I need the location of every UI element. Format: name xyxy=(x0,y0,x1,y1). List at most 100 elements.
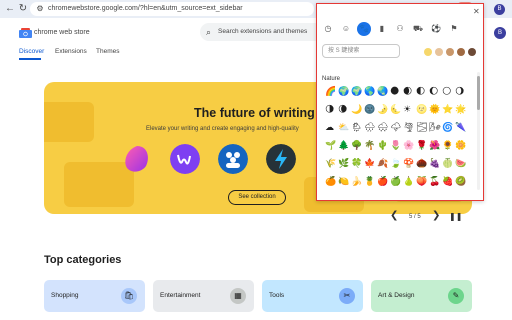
emoji-cell[interactable]: 🌀 xyxy=(442,122,453,133)
emoji-cell[interactable]: 🍁 xyxy=(364,158,375,169)
emoji-cell[interactable]: 🌂 xyxy=(455,122,466,133)
emoji-cell[interactable]: 🍉 xyxy=(455,158,466,169)
search-icon[interactable]: ⌕ xyxy=(206,26,211,38)
tab-discover[interactable]: Discover xyxy=(19,47,44,57)
skin-tone-swatch[interactable] xyxy=(435,48,443,56)
emoji-cell[interactable]: 🌳 xyxy=(351,140,362,151)
emoji-cell[interactable]: 🍐 xyxy=(403,176,414,187)
skin-tone-swatch[interactable] xyxy=(446,48,454,56)
emoji-picker-panel[interactable]: ✕ ◷ ☺ 🐾 ▮ ⚇ ⛟ ⚽ ⚑ 按 S 鍵搜索 Nature 🌈 🌍 🌍 🌎 🌏 🌑 🌒 🌓 🌔 🌕 🌖 🌗 🌘 🌙… xyxy=(316,3,484,201)
wordtune-app-icon[interactable] xyxy=(170,144,200,174)
scrollbar-thumb[interactable] xyxy=(477,76,480,110)
paw-icon[interactable]: 🐾 xyxy=(357,22,371,36)
emoji-cell[interactable]: 🍒 xyxy=(429,176,440,187)
emoji-cell[interactable]: 🌧 xyxy=(364,122,375,133)
emoji-cell[interactable]: 🍏 xyxy=(390,176,401,187)
emoji-cell[interactable]: 🥝 xyxy=(455,176,466,187)
pause-icon[interactable]: ❚❚ xyxy=(449,211,462,223)
emoji-cell[interactable]: 🌍 xyxy=(351,86,362,97)
url-text[interactable]: chromewebstore.google.com/?hl=en&utm_sou… xyxy=(48,4,243,14)
community-app-icon[interactable] xyxy=(218,144,248,174)
emoji-cell[interactable]: 🌻 xyxy=(442,140,453,151)
emoji-cell[interactable]: 🌒 xyxy=(403,86,414,97)
emoji-cell[interactable]: 🌾 xyxy=(325,158,336,169)
emoji-cell[interactable]: 🌸 xyxy=(403,140,414,151)
emoji-cell[interactable]: 🌹 xyxy=(416,140,427,151)
tab-themes[interactable]: Themes xyxy=(96,47,119,57)
emoji-cell[interactable]: ⛅ xyxy=(338,122,349,133)
emoji-cell[interactable]: 🌘 xyxy=(338,104,349,115)
emoji-cell[interactable]: 🌲 xyxy=(338,140,349,151)
emoji-cell[interactable]: 🌷 xyxy=(390,140,401,151)
category-card[interactable]: Entertainment ▦ xyxy=(153,280,254,312)
emoji-cell[interactable]: 🌍 xyxy=(338,86,349,97)
store-profile-avatar[interactable]: B xyxy=(494,27,506,39)
emoji-cell[interactable]: ☀ xyxy=(403,104,414,115)
emoji-cell[interactable]: 🌈 xyxy=(325,86,336,97)
emoji-cell[interactable]: 🌦 xyxy=(351,122,362,133)
address-bar[interactable]: ⚙ chromewebstore.google.com/?hl=en&utm_s… xyxy=(30,2,314,16)
bars-icon[interactable]: ▮ xyxy=(375,22,389,36)
writing-app-icon[interactable] xyxy=(122,144,152,174)
lightning-app-icon[interactable] xyxy=(266,144,296,174)
emoji-cell[interactable]: 🌨 xyxy=(377,122,388,133)
emoji-search-field[interactable]: 按 S 鍵搜索 xyxy=(322,44,400,58)
people-icon[interactable]: ⚇ xyxy=(393,22,407,36)
emoji-cell[interactable]: 🌫 xyxy=(416,122,427,133)
emoji-cell[interactable]: 🌑 xyxy=(390,86,401,97)
flag-icon[interactable]: ⚑ xyxy=(447,22,461,36)
emoji-cell[interactable]: 🌿 xyxy=(338,158,349,169)
previous-slide-icon[interactable]: ❮ xyxy=(390,210,398,222)
car-icon[interactable]: ⛟ xyxy=(411,22,425,36)
emoji-cell[interactable]: 🌗 xyxy=(325,104,336,115)
emoji-cell[interactable]: 🌵 xyxy=(377,140,388,151)
category-card[interactable]: Tools ✂ xyxy=(262,280,363,312)
emoji-cell[interactable]: 🌙 xyxy=(351,104,362,115)
emoji-cell[interactable]: 🌛 xyxy=(377,104,388,115)
emoji-cell[interactable]: ⭐ xyxy=(442,104,453,115)
emoji-cell[interactable]: ☁ xyxy=(325,122,336,133)
store-search-bar[interactable]: ⌕ Search extensions and themes xyxy=(200,23,316,41)
tab-extensions[interactable]: Extensions xyxy=(55,47,87,57)
skin-tone-swatch[interactable] xyxy=(468,48,476,56)
emoji-search-input[interactable]: 按 S 鍵搜索 xyxy=(328,47,359,55)
emoji-cell[interactable]: 🌎 xyxy=(364,86,375,97)
emoji-cell[interactable]: 🍋 xyxy=(338,176,349,187)
emoji-cell[interactable]: 🍑 xyxy=(416,176,427,187)
emoji-cell[interactable]: 🍇 xyxy=(429,158,440,169)
emoji-cell[interactable]: 🌩 xyxy=(390,122,401,133)
emoji-cell[interactable]: 🌖 xyxy=(455,86,466,97)
ball-icon[interactable]: ⚽ xyxy=(429,22,443,36)
emoji-cell[interactable]: 🌬 xyxy=(429,122,440,133)
back-icon[interactable]: ← xyxy=(4,3,16,15)
emoji-cell[interactable]: 🌱 xyxy=(325,140,336,151)
emoji-cell[interactable]: 🌺 xyxy=(429,140,440,151)
emoji-cell[interactable]: 🍄 xyxy=(403,158,414,169)
emoji-cell[interactable]: 🍊 xyxy=(325,176,336,187)
emoji-cell[interactable]: 🍃 xyxy=(390,158,401,169)
clock-icon[interactable]: ◷ xyxy=(321,22,335,36)
browser-profile-avatar[interactable]: B xyxy=(494,4,505,15)
emoji-cell[interactable]: 🌴 xyxy=(364,140,375,151)
store-name[interactable]: chrome web store xyxy=(34,28,90,38)
emoji-cell[interactable]: 🌝 xyxy=(416,104,427,115)
site-info-icon[interactable]: ⚙ xyxy=(35,4,45,14)
emoji-cell[interactable]: 🍓 xyxy=(442,176,453,187)
category-card[interactable]: Shopping 🛍 xyxy=(44,280,145,312)
emoji-cell[interactable]: 🌰 xyxy=(416,158,427,169)
emoji-scrollbar[interactable] xyxy=(477,72,480,190)
skin-tone-swatch[interactable] xyxy=(457,48,465,56)
emoji-cell[interactable]: 🍎 xyxy=(377,176,388,187)
close-icon[interactable]: ✕ xyxy=(473,7,480,17)
emoji-cell[interactable]: 🍌 xyxy=(351,176,362,187)
emoji-cell[interactable]: 🌚 xyxy=(364,104,375,115)
emoji-cell[interactable]: 🍀 xyxy=(351,158,362,169)
next-slide-icon[interactable]: ❯ xyxy=(432,210,440,222)
emoji-cell[interactable]: 🌜 xyxy=(390,104,401,115)
emoji-cell[interactable]: 🌪 xyxy=(403,122,414,133)
emoji-cell[interactable]: 🌔 xyxy=(429,86,440,97)
category-card[interactable]: Art & Design ✎ xyxy=(371,280,472,312)
skin-tone-swatch[interactable] xyxy=(424,48,432,56)
emoji-cell[interactable]: 🌏 xyxy=(377,86,388,97)
search-input[interactable]: Search extensions and themes xyxy=(218,27,307,37)
